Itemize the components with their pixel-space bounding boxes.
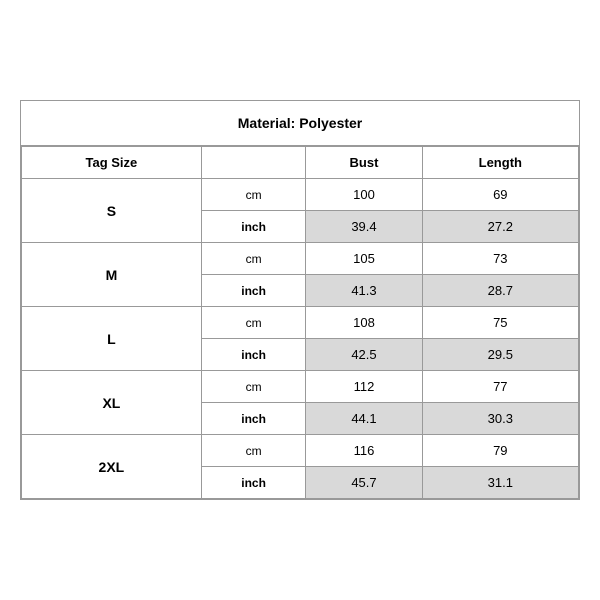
bust-inch-value: 41.3 <box>306 275 422 307</box>
bust-cm-value: 100 <box>306 179 422 211</box>
length-cm-value: 69 <box>422 179 578 211</box>
table-row: 2XLcm11679 <box>22 435 579 467</box>
unit-inch-cell: inch <box>201 403 306 435</box>
unit-cm-cell: cm <box>201 307 306 339</box>
unit-cm-cell: cm <box>201 371 306 403</box>
length-cm-value: 77 <box>422 371 578 403</box>
unit-cm-cell: cm <box>201 243 306 275</box>
size-table: Tag Size Bust Length Scm10069inch39.427.… <box>21 146 579 499</box>
length-header: Length <box>422 147 578 179</box>
unit-inch-cell: inch <box>201 467 306 499</box>
size-cell: 2XL <box>22 435 202 499</box>
length-cm-value: 79 <box>422 435 578 467</box>
length-inch-value: 28.7 <box>422 275 578 307</box>
tag-size-header: Tag Size <box>22 147 202 179</box>
length-cm-value: 75 <box>422 307 578 339</box>
bust-cm-value: 112 <box>306 371 422 403</box>
size-cell: S <box>22 179 202 243</box>
length-inch-value: 30.3 <box>422 403 578 435</box>
bust-inch-value: 39.4 <box>306 211 422 243</box>
table-row: XLcm11277 <box>22 371 579 403</box>
length-inch-value: 29.5 <box>422 339 578 371</box>
length-cm-value: 73 <box>422 243 578 275</box>
bust-inch-value: 42.5 <box>306 339 422 371</box>
unit-cm-cell: cm <box>201 179 306 211</box>
bust-cm-value: 108 <box>306 307 422 339</box>
bust-header: Bust <box>306 147 422 179</box>
table-header-row: Tag Size Bust Length <box>22 147 579 179</box>
size-cell: M <box>22 243 202 307</box>
table-row: Scm10069 <box>22 179 579 211</box>
bust-cm-value: 116 <box>306 435 422 467</box>
chart-title: Material: Polyester <box>21 101 579 146</box>
unit-inch-cell: inch <box>201 275 306 307</box>
table-row: Mcm10573 <box>22 243 579 275</box>
unit-cm-cell: cm <box>201 435 306 467</box>
bust-cm-value: 105 <box>306 243 422 275</box>
size-chart-container: Material: Polyester Tag Size Bust Length… <box>20 100 580 500</box>
size-cell: L <box>22 307 202 371</box>
length-inch-value: 27.2 <box>422 211 578 243</box>
size-cell: XL <box>22 371 202 435</box>
bust-inch-value: 45.7 <box>306 467 422 499</box>
unit-inch-cell: inch <box>201 339 306 371</box>
length-inch-value: 31.1 <box>422 467 578 499</box>
unit-inch-cell: inch <box>201 211 306 243</box>
bust-inch-value: 44.1 <box>306 403 422 435</box>
unit-header <box>201 147 306 179</box>
table-row: Lcm10875 <box>22 307 579 339</box>
